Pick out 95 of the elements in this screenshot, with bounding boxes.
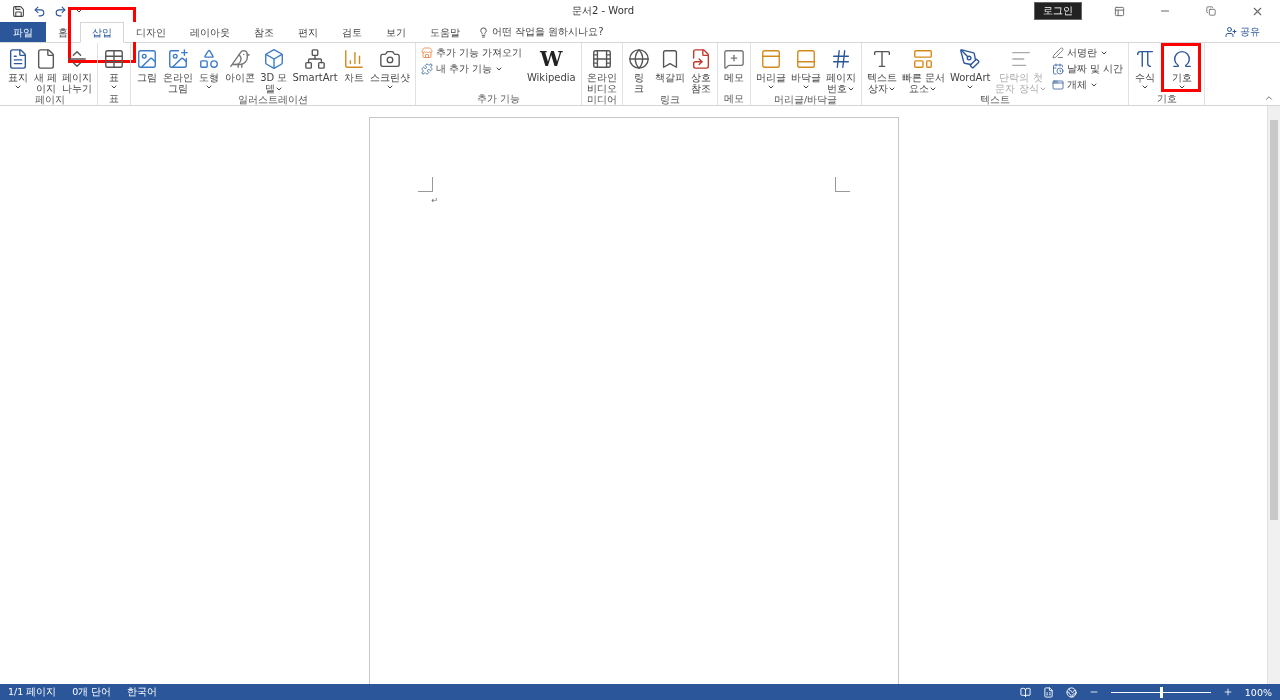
group-label: 링크 (658, 94, 681, 106)
cube-icon (262, 48, 285, 70)
ribbon-button[interactable]: 수식 (1132, 46, 1158, 91)
ribbon-button[interactable]: 추가 기능 가져오기 (420, 46, 522, 60)
group-label: 일러스트레이션 (236, 94, 309, 106)
ribbon-button[interactable]: 바닥글 (788, 46, 823, 91)
collapse-ribbon-icon[interactable] (1264, 93, 1274, 103)
ribbon-button[interactable]: 빠른 문서 요소 (899, 46, 947, 94)
ribbon-button[interactable]: 차트 (340, 46, 367, 83)
web-layout-icon[interactable] (1065, 686, 1077, 698)
comment-icon (722, 48, 745, 70)
ribbon-button[interactable]: 텍스트 상자 (864, 46, 899, 94)
ribbon-display-icon[interactable] (1113, 5, 1125, 17)
ribbon-button[interactable]: SmartArt (290, 46, 340, 83)
diagram-icon (304, 48, 326, 70)
share-button[interactable]: 공유 (1225, 22, 1260, 42)
ribbon-button[interactable]: 도형 (196, 46, 223, 91)
read-mode-icon[interactable] (1019, 686, 1031, 698)
page-break-icon (66, 48, 89, 70)
redo-icon[interactable] (54, 4, 67, 18)
calendar-icon (1051, 63, 1064, 75)
ribbon-button[interactable]: 표 (101, 46, 128, 91)
status-text: 0개 단어 (72, 685, 112, 699)
image-icon (167, 48, 190, 70)
ribbon-button[interactable]: 페이지 번호 (823, 46, 858, 94)
bird-icon (229, 48, 252, 70)
ribbon-button[interactable]: WordArt (947, 46, 993, 91)
pen-icon (959, 48, 982, 70)
group-label: 텍스트 (978, 94, 1011, 106)
zoom-thumb[interactable] (1159, 686, 1163, 698)
ribbon-button[interactable]: 내 추가 기능 (420, 62, 522, 76)
group-label: 미디어 (585, 94, 618, 106)
person-icon (1225, 26, 1237, 38)
table-icon (103, 48, 126, 70)
wikipedia-logo: W (540, 46, 563, 72)
ribbon-button[interactable]: 날짜 및 시간 (1051, 62, 1123, 76)
ribbon-button[interactable]: 온라인 비디오 (584, 46, 619, 94)
group-label: 표 (108, 93, 121, 105)
ribbon-button[interactable]: 개체 (1051, 78, 1123, 92)
ribbon-button[interactable]: 표지 (5, 46, 31, 91)
status-text: 1/1 페이지 (8, 685, 57, 699)
login-button[interactable]: 로그인 (1034, 2, 1082, 20)
footer-icon (794, 48, 817, 70)
omega-icon (1171, 48, 1193, 70)
ribbon-button[interactable]: 책갈피 (652, 46, 687, 83)
pi-icon (1134, 48, 1156, 70)
document-icon (7, 48, 29, 70)
ribbon-button[interactable]: 기호 (1169, 46, 1195, 91)
status-text: 한국어 (127, 685, 158, 699)
zoom-level[interactable]: 100% (1244, 686, 1272, 698)
group-label: 추가 기능 (475, 93, 521, 105)
lightbulb-icon (478, 26, 489, 38)
quick-parts-icon (912, 48, 935, 70)
ribbon-button[interactable]: 메모 (720, 46, 747, 83)
signature-icon (1051, 47, 1064, 59)
ribbon-button[interactable]: 스크린샷 (367, 46, 412, 91)
object-icon (1051, 79, 1064, 91)
ribbon-button[interactable]: 온라인 그림 (161, 46, 196, 94)
caret-icon (75, 7, 83, 15)
group-label: 메모 (722, 93, 745, 105)
window-title: 문서2 - Word (572, 4, 636, 18)
bar-chart-icon (342, 48, 365, 70)
ribbon-button[interactable]: 링 크 (625, 46, 652, 94)
print-layout-icon[interactable] (1042, 686, 1054, 698)
camera-icon (378, 48, 401, 70)
file-tab[interactable]: 파일 (0, 22, 46, 42)
ribbon-button[interactable]: 아이콘 (223, 46, 258, 83)
ribbon-button[interactable]: W Wikipedia (524, 46, 578, 83)
ribbon-button[interactable]: 서명란 (1051, 46, 1123, 60)
group-label: 머리글/바닥글 (773, 94, 839, 106)
puzzle-icon (420, 63, 433, 75)
group-label: 페이지 (33, 94, 66, 106)
restore-icon[interactable] (1206, 6, 1216, 16)
undo-icon[interactable] (33, 4, 46, 18)
film-icon (590, 48, 613, 70)
zoom-in-icon[interactable] (1222, 687, 1233, 697)
margin-corner (834, 177, 850, 192)
ribbon-tab[interactable]: 삽입 (80, 22, 124, 43)
ribbon-button[interactable]: 새 페 이지 (32, 46, 60, 94)
paragraph-mark: ↵ (431, 196, 439, 205)
save-icon[interactable] (12, 4, 25, 18)
ribbon-button[interactable]: 3D 모 델 (258, 46, 290, 94)
ribbon-button[interactable]: 머리글 (753, 46, 788, 91)
ribbon-button[interactable]: 상호 참조 (687, 46, 714, 94)
image-icon (136, 48, 159, 70)
ribbon-button[interactable]: 그림 (134, 46, 161, 83)
group-label: 기호 (1155, 93, 1178, 105)
margin-corner (417, 177, 433, 192)
header-icon (759, 48, 782, 70)
shapes-icon (198, 48, 221, 70)
ribbon-button[interactable]: 페이지 나누기 (60, 46, 95, 94)
globe-icon (627, 48, 650, 70)
store-icon (420, 47, 433, 59)
scrollbar-thumb[interactable] (1270, 120, 1278, 520)
tell-me-field[interactable]: 어떤 작업을 원하시나요? (492, 25, 604, 39)
